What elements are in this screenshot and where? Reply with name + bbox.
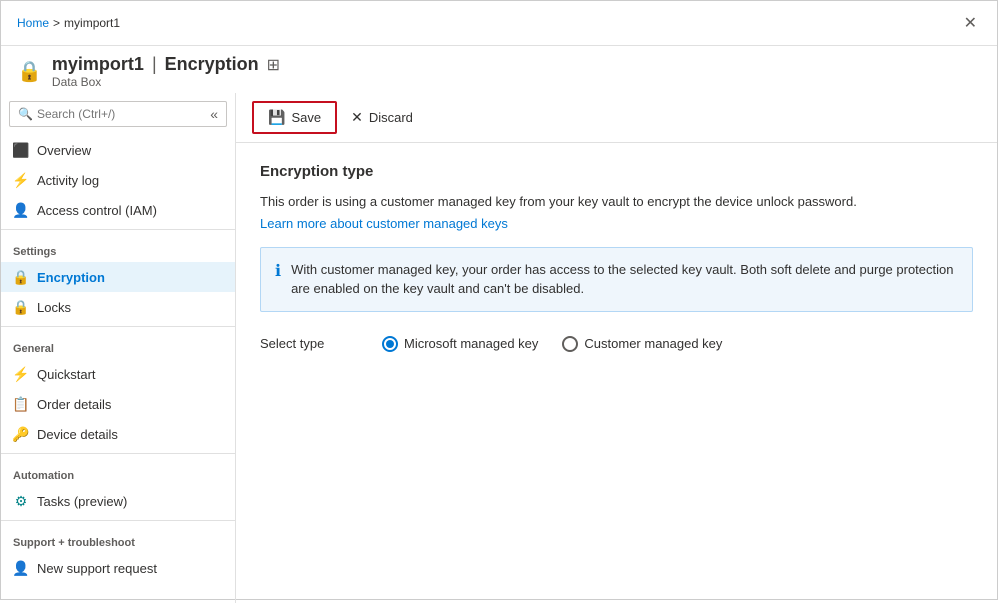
sidebar-item-label: Device details [37,427,118,442]
sidebar-item-locks[interactable]: 🔒 Locks [1,292,235,322]
breadcrumb-sep: > [53,16,60,30]
sidebar-item-label: Access control (IAM) [37,203,157,218]
section-automation: Automation [1,458,235,486]
sidebar-item-label: Encryption [37,270,105,285]
discard-label: Discard [369,110,413,125]
sidebar-item-label: Order details [37,397,111,412]
info-box-text: With customer managed key, your order ha… [291,260,958,299]
sidebar-item-label: Activity log [37,173,99,188]
info-box: ℹ With customer managed key, your order … [260,247,973,312]
locks-icon: 🔒 [13,299,29,315]
divider-3 [1,453,235,454]
radio-microsoft-circle [382,336,398,352]
collapse-button[interactable]: « [210,106,218,122]
sidebar-item-quickstart[interactable]: ⚡ Quickstart [1,359,235,389]
support-icon: 👤 [13,560,29,576]
sidebar-item-label: New support request [37,561,157,576]
sidebar-item-activity-log[interactable]: ⚡ Activity log [1,165,235,195]
activity-log-icon: ⚡ [13,172,29,188]
sidebar-item-order-details[interactable]: 📋 Order details [1,389,235,419]
sidebar-item-new-support[interactable]: 👤 New support request [1,553,235,583]
close-button[interactable]: ✕ [960,9,981,37]
access-control-icon: 👤 [13,202,29,218]
search-box[interactable]: 🔍 « [9,101,227,127]
section-general: General [1,331,235,359]
title-separator: | [152,54,157,75]
sidebar-item-tasks[interactable]: ⚙ Tasks (preview) [1,486,235,516]
breadcrumb: Home > myimport1 [17,16,120,30]
learn-more-link[interactable]: Learn more about customer managed keys [260,216,508,231]
info-text: This order is using a customer managed k… [260,192,973,231]
breadcrumb-current: myimport1 [64,16,120,30]
select-type-row: Select type Microsoft managed key Custom… [260,336,973,352]
device-details-icon: 🔑 [13,426,29,442]
tasks-icon: ⚙ [13,493,29,509]
order-details-icon: 📋 [13,396,29,412]
sidebar-item-label: Overview [37,143,91,158]
quickstart-icon: ⚡ [13,366,29,382]
divider-4 [1,520,235,521]
sidebar-item-label: Locks [37,300,71,315]
search-input[interactable] [37,107,206,121]
info-line1: This order is using a customer managed k… [260,192,973,212]
resource-name: myimport1 [52,54,144,75]
radio-microsoft-label: Microsoft managed key [404,336,538,351]
encryption-icon: 🔒 [13,269,29,285]
section-settings: Settings [1,234,235,262]
sidebar-item-encryption[interactable]: 🔒 Encryption [1,262,235,292]
page-title: Encryption [165,54,259,75]
radio-microsoft[interactable]: Microsoft managed key [382,336,538,352]
sidebar-item-label: Quickstart [37,367,96,382]
section-support: Support + troubleshoot [1,525,235,553]
main-content: 💾 Save ✕ Discard Encryption type This or… [236,93,997,603]
divider-1 [1,229,235,230]
sidebar-item-overview[interactable]: ⬛ Overview [1,135,235,165]
title-bar: 🔒 myimport1 | Encryption ⊞ Data Box [1,46,997,93]
top-bar: Home > myimport1 ✕ [1,1,997,46]
select-type-label: Select type [260,336,350,351]
main-layout: 🔍 « ⬛ Overview ⚡ Activity log 👤 Access c… [1,93,997,603]
sidebar-item-access-control[interactable]: 👤 Access control (IAM) [1,195,235,225]
search-icon: 🔍 [18,107,33,121]
sidebar: 🔍 « ⬛ Overview ⚡ Activity log 👤 Access c… [1,93,236,603]
radio-customer-label: Customer managed key [584,336,722,351]
sidebar-item-label: Tasks (preview) [37,494,127,509]
toolbar: 💾 Save ✕ Discard [236,93,997,143]
discard-button[interactable]: ✕ Discard [337,103,427,132]
info-icon: ℹ [275,261,281,281]
save-button[interactable]: 💾 Save [252,101,337,134]
title-group: myimport1 | Encryption ⊞ Data Box [52,54,280,89]
content-area: Encryption type This order is using a cu… [236,143,997,372]
resource-type: Data Box [52,75,280,89]
breadcrumb-home[interactable]: Home [17,16,49,30]
save-label: Save [291,110,321,125]
overview-icon: ⬛ [13,142,29,158]
radio-customer-circle [562,336,578,352]
lock-icon: 🔒 [17,59,42,84]
save-icon: 💾 [268,109,285,126]
discard-icon: ✕ [351,109,363,126]
radio-group: Microsoft managed key Customer managed k… [382,336,722,352]
divider-2 [1,326,235,327]
sidebar-item-device-details[interactable]: 🔑 Device details [1,419,235,449]
pin-icon[interactable]: ⊞ [267,55,280,75]
encryption-type-title: Encryption type [260,163,973,180]
radio-customer[interactable]: Customer managed key [562,336,722,352]
